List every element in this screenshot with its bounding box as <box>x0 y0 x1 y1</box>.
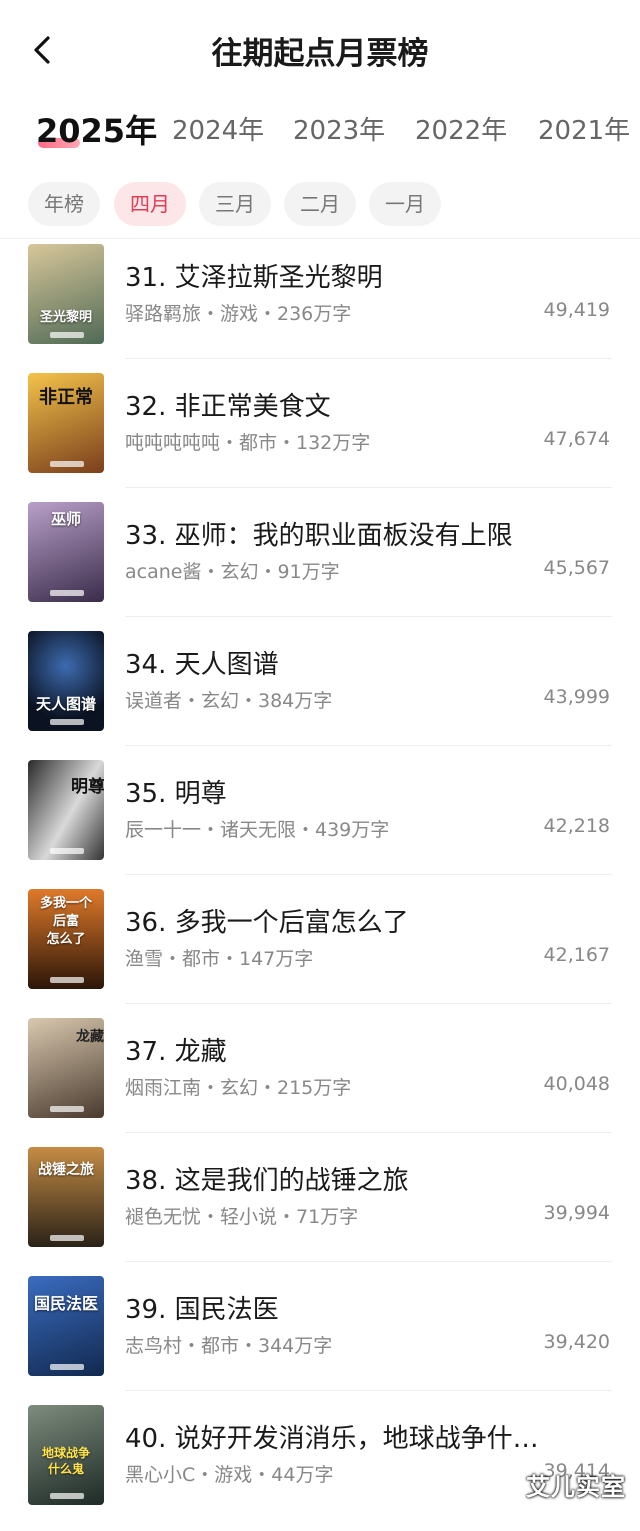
tab-year-2023[interactable]: 2023年 <box>293 110 385 147</box>
page-title: 往期起点月票榜 <box>0 28 640 73</box>
chip-january[interactable]: 一月 <box>369 182 441 226</box>
book-title: 33. 巫师：我的职业面板没有上限 <box>125 515 595 552</box>
book-title: 40. 说好开发消消乐，地球战争什… <box>125 1418 595 1455</box>
year-tabs: 2025年 2024年 2023年 2022年 2021年 <box>0 100 640 160</box>
vote-count: 40,048 <box>544 1073 610 1095</box>
list-item[interactable]: 天人图谱 34. 天人图谱 误道者・玄幻・384万字 43,999 <box>0 629 640 757</box>
book-cover: 龙藏 <box>28 1018 104 1118</box>
book-title: 35. 明尊 <box>125 773 595 810</box>
tab-year-2022[interactable]: 2022年 <box>415 110 507 147</box>
row-divider <box>125 1390 612 1391</box>
book-cover: 国民法医 <box>28 1276 104 1376</box>
book-meta: 黑心小C・游戏・44万字 <box>125 1460 333 1487</box>
row-divider <box>125 358 612 359</box>
row-divider <box>125 1132 612 1133</box>
book-cover: 地球战争什么鬼 <box>28 1405 104 1505</box>
book-meta: 褪色无忧・轻小说・71万字 <box>125 1202 358 1229</box>
list-item[interactable]: 非正常 32. 非正常美食文 吨吨吨吨吨・都市・132万字 47,674 <box>0 371 640 499</box>
list-item[interactable]: 龙藏 37. 龙藏 烟雨江南・玄幻・215万字 40,048 <box>0 1016 640 1144</box>
chip-march[interactable]: 三月 <box>199 182 271 226</box>
divider <box>0 238 640 239</box>
book-title: 31. 艾泽拉斯圣光黎明 <box>125 257 595 294</box>
book-meta: 志鸟村・都市・344万字 <box>125 1331 332 1358</box>
list-item[interactable]: 明尊 35. 明尊 辰一十一・诸天无限・439万字 42,218 <box>0 758 640 886</box>
book-title: 34. 天人图谱 <box>125 644 595 681</box>
chip-april[interactable]: 四月 <box>114 182 186 226</box>
book-cover: 明尊 <box>28 760 104 860</box>
watermark: 艾儿实室 <box>526 1467 626 1502</box>
list-item[interactable]: 巫师 33. 巫师：我的职业面板没有上限 acane酱・玄幻・91万字 45,5… <box>0 500 640 628</box>
book-cover: 圣光黎明 <box>28 244 104 344</box>
book-title: 38. 这是我们的战锤之旅 <box>125 1160 595 1197</box>
vote-count: 49,419 <box>544 299 610 321</box>
list-item[interactable]: 圣光黎明 31. 艾泽拉斯圣光黎明 驿路羁旅・游戏・236万字 49,419 <box>0 242 640 370</box>
vote-count: 39,994 <box>544 1202 610 1224</box>
book-meta: acane酱・玄幻・91万字 <box>125 557 340 584</box>
book-meta: 误道者・玄幻・384万字 <box>125 686 332 713</box>
book-cover: 多我一个后富怎么了 <box>28 889 104 989</box>
chip-february[interactable]: 二月 <box>284 182 356 226</box>
book-title: 36. 多我一个后富怎么了 <box>125 902 595 939</box>
list-item[interactable]: 多我一个后富怎么了 36. 多我一个后富怎么了 渔雪・都市・147万字 42,1… <box>0 887 640 1015</box>
chip-annual[interactable]: 年榜 <box>28 182 100 226</box>
book-title: 39. 国民法医 <box>125 1289 595 1326</box>
book-meta: 渔雪・都市・147万字 <box>125 944 313 971</box>
row-divider <box>125 487 612 488</box>
vote-count: 42,167 <box>544 944 610 966</box>
tab-year-2025[interactable]: 2025年 <box>36 106 157 152</box>
book-title: 32. 非正常美食文 <box>125 386 595 423</box>
book-cover: 天人图谱 <box>28 631 104 731</box>
book-cover: 战锤之旅 <box>28 1147 104 1247</box>
list-item[interactable]: 国民法医 39. 国民法医 志鸟村・都市・344万字 39,420 <box>0 1274 640 1402</box>
vote-count: 39,420 <box>544 1331 610 1353</box>
list-item[interactable]: 战锤之旅 38. 这是我们的战锤之旅 褪色无忧・轻小说・71万字 39,994 <box>0 1145 640 1273</box>
book-meta: 吨吨吨吨吨・都市・132万字 <box>125 428 370 455</box>
tab-year-2021[interactable]: 2021年 <box>538 110 630 147</box>
book-cover: 非正常 <box>28 373 104 473</box>
row-divider <box>125 1261 612 1262</box>
header: 往期起点月票榜 <box>0 0 640 100</box>
book-cover: 巫师 <box>28 502 104 602</box>
tab-year-2024[interactable]: 2024年 <box>172 110 264 147</box>
month-tabs: 年榜 四月 三月 二月 一月 <box>0 180 640 230</box>
row-divider <box>125 616 612 617</box>
row-divider <box>125 745 612 746</box>
vote-count: 43,999 <box>544 686 610 708</box>
vote-count: 47,674 <box>544 428 610 450</box>
row-divider <box>125 1003 612 1004</box>
vote-count: 42,218 <box>544 815 610 837</box>
book-meta: 烟雨江南・玄幻・215万字 <box>125 1073 351 1100</box>
book-meta: 辰一十一・诸天无限・439万字 <box>125 815 389 842</box>
book-meta: 驿路羁旅・游戏・236万字 <box>125 299 351 326</box>
vote-count: 45,567 <box>544 557 610 579</box>
book-title: 37. 龙藏 <box>125 1031 595 1068</box>
row-divider <box>125 874 612 875</box>
